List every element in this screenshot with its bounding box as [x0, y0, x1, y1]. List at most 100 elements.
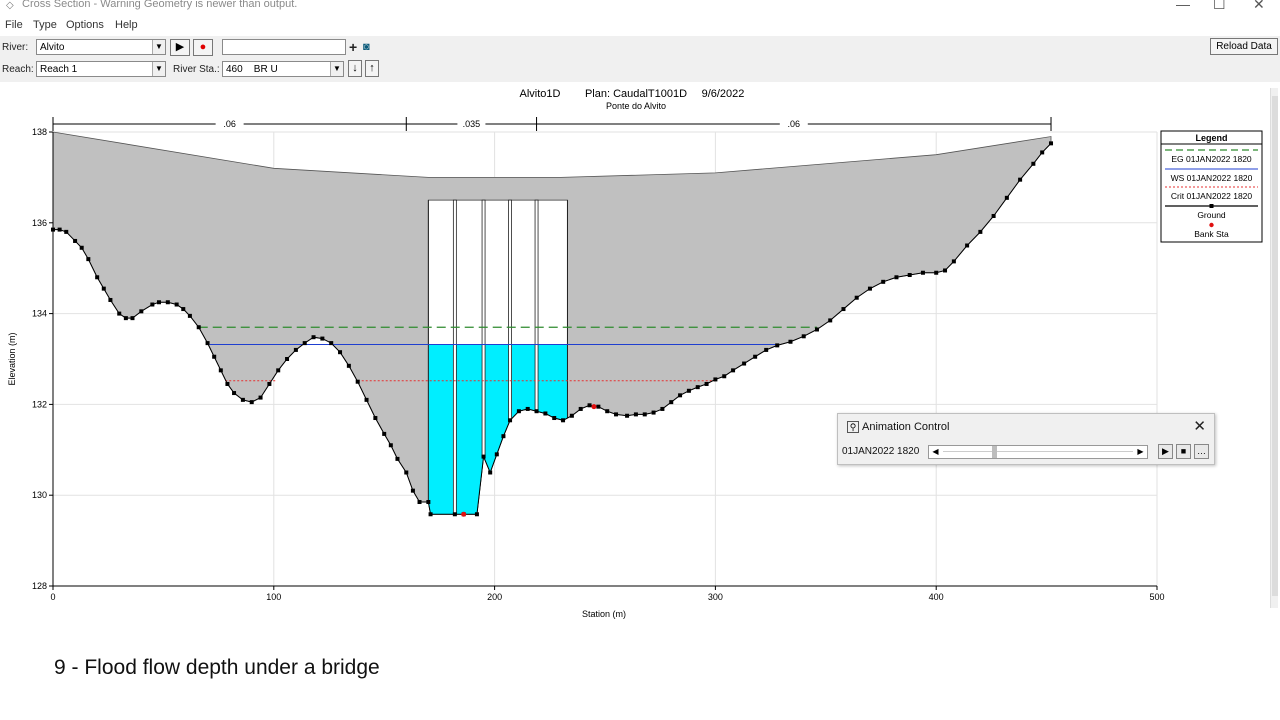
arrow-up-icon[interactable]: ↑	[365, 60, 379, 77]
add-icon[interactable]: +	[349, 39, 357, 55]
ground-point	[474, 512, 479, 517]
chevron-down-icon: ▼	[152, 62, 165, 76]
ground-point	[722, 374, 727, 379]
ground-point	[894, 275, 899, 280]
x-axis-label: Station (m)	[582, 609, 626, 619]
x-tick-label: 200	[487, 592, 502, 602]
ground-point	[404, 470, 409, 475]
animation-time: 01JAN2022 1820	[842, 446, 920, 457]
play-button[interactable]: ▶	[170, 39, 190, 56]
ground-point	[428, 512, 433, 517]
ground-point	[841, 307, 846, 312]
stop-icon[interactable]: ■	[1176, 444, 1191, 459]
ground-point	[187, 313, 192, 318]
ground-point	[205, 341, 210, 346]
chevron-right-icon[interactable]: ▶	[1134, 446, 1147, 458]
ground-point	[569, 413, 574, 418]
x-tick-label: 100	[266, 592, 281, 602]
ground-point	[552, 416, 557, 421]
ground-point	[704, 381, 709, 386]
plot-area: 0 100 200 300 400 500 128 130 132 134 136 138 Alvito…	[0, 82, 1280, 622]
record-button[interactable]: ●	[193, 39, 213, 56]
river-value: Alvito	[40, 42, 65, 53]
ground-point	[139, 309, 144, 314]
camera-icon[interactable]: ◙	[363, 41, 370, 53]
ground-point	[150, 302, 155, 307]
ground-point	[285, 357, 290, 361]
ground-point	[410, 488, 415, 493]
menu-type[interactable]: Type	[33, 19, 57, 31]
ground-point	[731, 368, 736, 373]
chevron-down-icon: ▼	[330, 62, 343, 76]
legend-bank-label: Bank Sta	[1194, 229, 1229, 239]
river-label: River:	[2, 42, 29, 53]
ground-point	[814, 327, 819, 332]
ground-point	[1004, 195, 1009, 200]
ground-point	[426, 500, 431, 505]
y-tick-label: 136	[32, 218, 47, 228]
play-icon[interactable]: ▶	[1158, 444, 1173, 459]
arrow-down-icon[interactable]: ↓	[348, 60, 362, 77]
ground-point	[212, 354, 217, 359]
x-tick-label: 0	[50, 592, 55, 602]
close-icon[interactable]: ✕	[1253, 0, 1265, 13]
maximize-icon[interactable]: ☐	[1213, 0, 1226, 13]
bridge-pier	[534, 199, 539, 412]
bank-station-point	[461, 511, 467, 517]
ground-point	[108, 297, 113, 302]
ground-point	[276, 368, 281, 373]
water-fill	[428, 344, 568, 515]
plot-subtitle: Ponte do Alvito	[606, 101, 666, 111]
ground-point	[991, 213, 996, 218]
ground-point	[907, 273, 912, 278]
menu-help[interactable]: Help	[115, 19, 138, 31]
plan-box[interactable]	[222, 39, 346, 55]
ground-point	[543, 411, 548, 416]
more-options-icon[interactable]: …	[1194, 444, 1209, 459]
ground-point	[382, 431, 387, 436]
animation-icon: ⚲	[847, 421, 859, 433]
ground-point	[338, 350, 343, 355]
slider-track	[943, 451, 1133, 452]
ground-point	[934, 270, 939, 275]
bridge-pier	[508, 199, 512, 421]
river-sta-select[interactable]: 460 BR U ▼	[222, 61, 344, 77]
ground-point	[775, 343, 780, 348]
minimize-icon[interactable]: —	[1176, 0, 1190, 12]
menu-options[interactable]: Options	[66, 19, 104, 31]
ground-point	[395, 456, 400, 461]
ground-point	[388, 443, 393, 448]
ground-point	[1018, 177, 1023, 182]
ground-point	[311, 335, 316, 340]
roughness-label: .06	[223, 119, 236, 129]
ground-point	[117, 311, 122, 316]
ground-point	[73, 238, 78, 243]
reload-data-button[interactable]: Reload Data	[1210, 38, 1278, 55]
scrollbar-thumb[interactable]	[1272, 96, 1278, 596]
ground-point	[355, 379, 360, 384]
chevron-left-icon[interactable]: ◀	[929, 446, 942, 458]
window-titlebar: ◇ Cross Section - Warning Geometry is ne…	[0, 0, 1280, 14]
ground-point	[79, 245, 84, 250]
close-icon[interactable]: ✕	[1193, 417, 1206, 435]
vertical-scrollbar[interactable]	[1270, 88, 1278, 608]
ground-point	[488, 470, 493, 475]
slider-knob[interactable]	[991, 446, 997, 458]
ground-point	[753, 354, 758, 359]
ground-point	[642, 412, 647, 417]
ground-point	[346, 363, 351, 368]
legend-bank-marker	[1209, 222, 1214, 228]
bridge-pier	[452, 199, 457, 515]
ground-point	[130, 316, 135, 321]
ground-point	[1040, 150, 1045, 155]
ground-point	[494, 452, 499, 457]
ground-point	[854, 295, 859, 300]
reach-select[interactable]: Reach 1 ▼	[36, 61, 166, 77]
ground-point	[951, 259, 956, 264]
menu-file[interactable]: File	[5, 19, 23, 31]
time-slider[interactable]: ◀ ▶	[928, 445, 1148, 459]
river-select[interactable]: Alvito ▼	[36, 39, 166, 55]
y-tick-label: 134	[32, 309, 47, 319]
x-tick-label: 400	[929, 592, 944, 602]
ground-point	[516, 409, 521, 414]
